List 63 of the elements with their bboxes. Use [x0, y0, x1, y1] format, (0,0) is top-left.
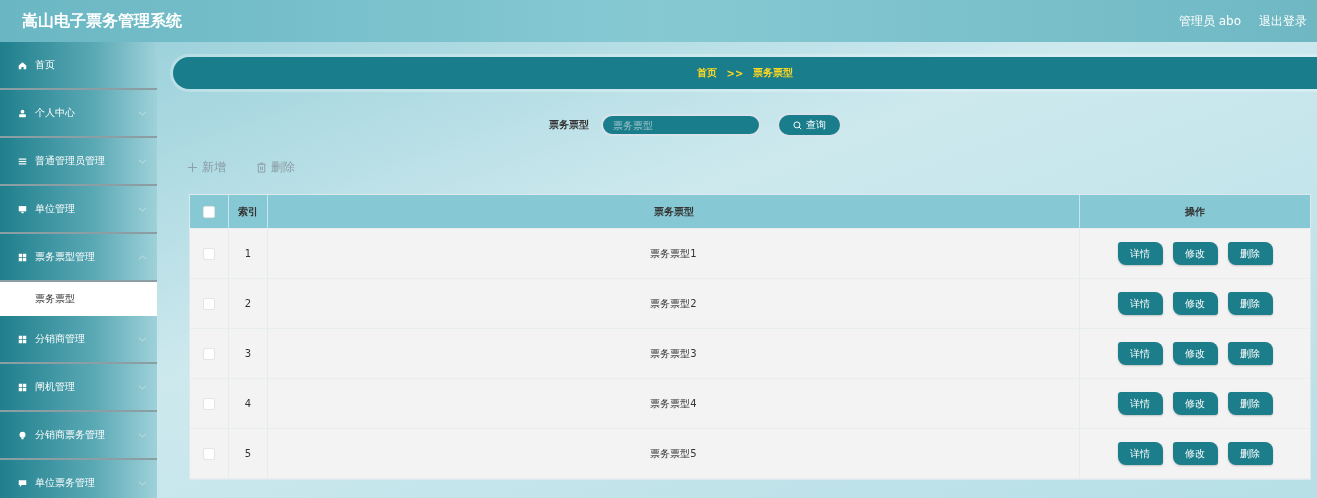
- sidebar-item[interactable]: 分销商管理: [0, 316, 157, 364]
- delete-row-button[interactable]: 删除: [1227, 292, 1273, 315]
- table-cell: 3: [229, 329, 268, 378]
- breadcrumb-separator: >>: [726, 67, 744, 79]
- row-checkbox[interactable]: [203, 447, 215, 460]
- trash-icon: [256, 162, 267, 173]
- details-button[interactable]: 详情: [1117, 342, 1163, 365]
- monitor-icon: [18, 204, 27, 214]
- search-button[interactable]: 查询: [776, 113, 842, 137]
- details-button[interactable]: 详情: [1117, 392, 1163, 415]
- sidebar-item[interactable]: 闸机管理: [0, 364, 157, 412]
- plus-icon: [187, 162, 198, 173]
- table-cell: 1: [229, 229, 268, 278]
- sidebar-item[interactable]: 个人中心: [0, 90, 157, 138]
- table-cell: 票务票型1: [268, 229, 1080, 278]
- table-cell: 4: [229, 379, 268, 428]
- edit-button[interactable]: 修改: [1172, 342, 1218, 365]
- table-cell: 5: [229, 429, 268, 478]
- chat-icon: [18, 478, 27, 488]
- row-checkbox[interactable]: [203, 397, 215, 410]
- table-cell: 票务票型4: [268, 379, 1080, 428]
- column-header: 操作: [1184, 204, 1206, 219]
- sidebar-item[interactable]: 普通管理员管理: [0, 138, 157, 186]
- list-icon: [18, 156, 27, 166]
- sidebar-subitem[interactable]: 票务票型: [0, 282, 157, 316]
- table-cell: 票务票型5: [268, 429, 1080, 478]
- row-checkbox[interactable]: [203, 297, 215, 310]
- user-name: 管理员 abo: [1178, 12, 1241, 30]
- sidebar-item[interactable]: 首页: [0, 42, 157, 90]
- row-checkbox[interactable]: [203, 247, 215, 260]
- home-icon: [18, 60, 27, 70]
- search-field[interactable]: 票务票型: [600, 114, 761, 136]
- edit-button[interactable]: 修改: [1172, 242, 1218, 265]
- search-icon: [792, 120, 802, 130]
- sidebar-item[interactable]: 单位票务管理: [0, 460, 157, 498]
- sidebar-item[interactable]: 单位管理: [0, 186, 157, 234]
- select-all-checkbox[interactable]: [203, 205, 215, 218]
- column-header: 票务票型: [268, 195, 1080, 228]
- details-button[interactable]: 详情: [1117, 292, 1163, 315]
- delete-row-button[interactable]: 删除: [1227, 392, 1273, 415]
- edit-button[interactable]: 修改: [1172, 292, 1218, 315]
- bulb-icon: [18, 430, 27, 440]
- grid-icon: [18, 252, 27, 262]
- table-cell: 票务票型2: [268, 279, 1080, 328]
- app-title: 嵩山电子票务管理系统: [22, 10, 182, 32]
- edit-button[interactable]: 修改: [1172, 392, 1218, 415]
- table-cell: 票务票型3: [268, 329, 1080, 378]
- delete-row-button[interactable]: 删除: [1227, 442, 1273, 465]
- breadcrumb-link[interactable]: 首页: [696, 66, 717, 80]
- delete-row-button[interactable]: 删除: [1227, 242, 1273, 265]
- search-label: 票务票型: [548, 118, 589, 132]
- grid-icon: [18, 382, 27, 392]
- details-button[interactable]: 详情: [1117, 242, 1163, 265]
- table-cell: 2: [229, 279, 268, 328]
- column-header: 索引: [229, 195, 268, 228]
- row-checkbox[interactable]: [203, 347, 215, 360]
- edit-button[interactable]: 修改: [1172, 442, 1218, 465]
- person-icon: [18, 108, 27, 118]
- grid-icon: [18, 334, 27, 344]
- sidebar-item[interactable]: 分销商票务管理: [0, 412, 157, 460]
- details-button[interactable]: 详情: [1117, 442, 1163, 465]
- delete-row-button[interactable]: 删除: [1227, 342, 1273, 365]
- breadcrumb-current: 票务票型: [753, 66, 794, 80]
